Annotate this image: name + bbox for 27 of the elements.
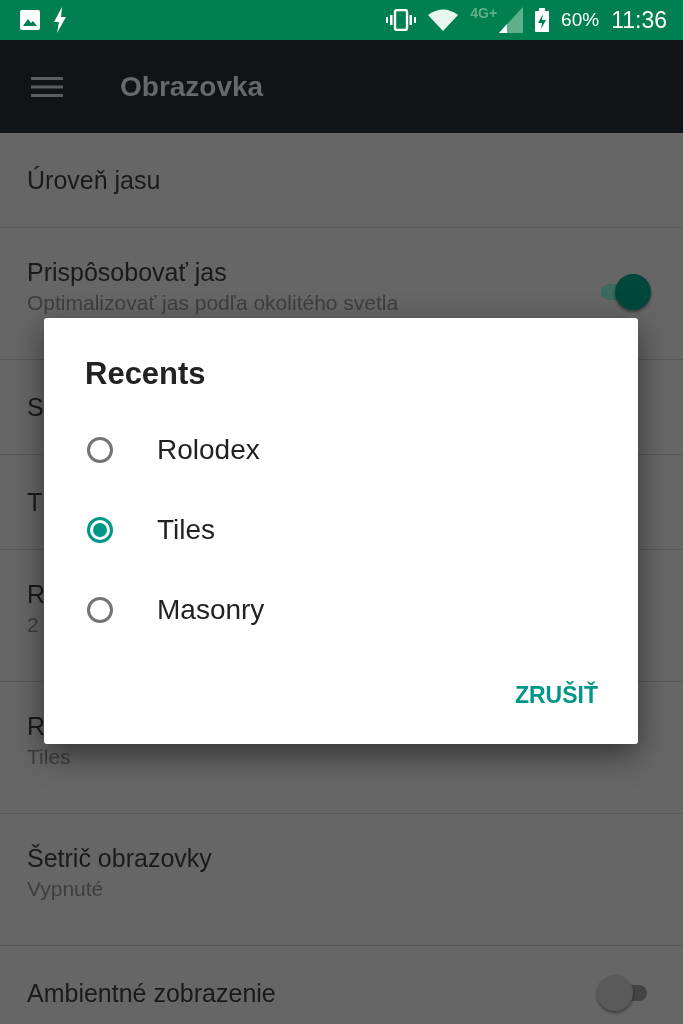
lightning-icon xyxy=(53,7,67,33)
setting-title: Ambientné zobrazenie xyxy=(27,978,276,1008)
radio-button[interactable] xyxy=(87,517,113,543)
menu-icon[interactable] xyxy=(31,76,63,97)
setting-title: R xyxy=(27,580,46,609)
battery-percent: 60% xyxy=(561,9,600,31)
setting-title: Prispôsobovať jas xyxy=(27,258,227,287)
image-icon xyxy=(19,9,41,31)
settings-item[interactable]: Ambientné zobrazenie xyxy=(0,946,683,1024)
radio-button[interactable] xyxy=(87,597,113,623)
option-label[interactable]: Masonry xyxy=(157,594,265,626)
option-label[interactable]: Tiles xyxy=(157,514,216,546)
settings-item[interactable]: Úroveň jasu xyxy=(0,133,683,228)
option-label[interactable]: Rolodex xyxy=(157,434,260,466)
setting-title: R xyxy=(27,712,46,741)
vibrate-icon xyxy=(386,9,417,31)
wifi-icon xyxy=(428,9,459,31)
battery-charging-icon xyxy=(535,8,550,32)
setting-title: S xyxy=(27,392,44,422)
clock: 11:36 xyxy=(611,6,667,34)
radio-button[interactable] xyxy=(87,437,113,463)
network-type: 4G+ xyxy=(470,5,498,21)
setting-title: Úroveň jasu xyxy=(27,165,161,195)
signal-icon xyxy=(499,7,524,33)
setting-title: Šetrič obrazovky xyxy=(27,844,212,873)
screen-title: Obrazovka xyxy=(120,70,264,103)
setting-title: T xyxy=(27,487,43,517)
